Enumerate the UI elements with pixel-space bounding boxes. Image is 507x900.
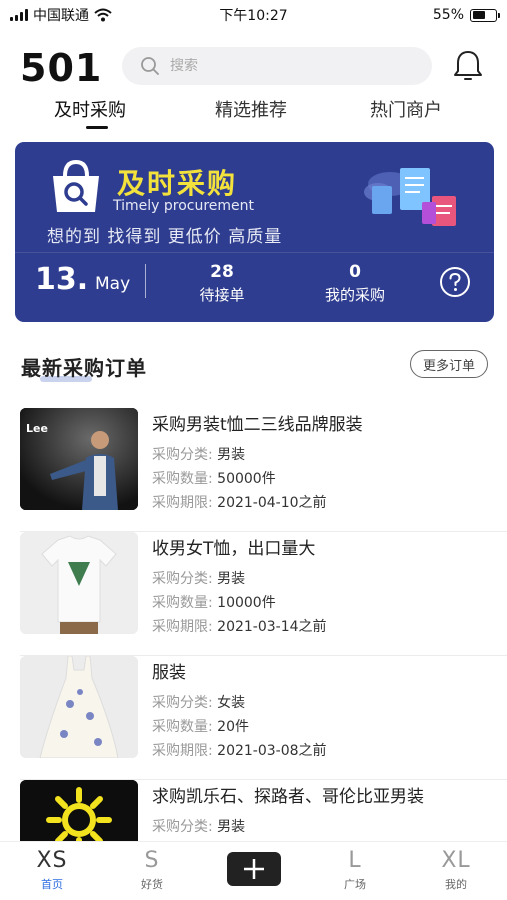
- order-category: 采购分类: 男装: [152, 816, 245, 836]
- tab-timely-procurement[interactable]: 及时采购: [54, 96, 126, 122]
- battery-level: [472, 11, 485, 19]
- nav-square-label: 广场: [344, 878, 366, 891]
- stat-my-procurement-value: 0: [349, 262, 361, 282]
- procurement-banner[interactable]: 及时采购 Timely procurement 想的到 找得到 更低价 高质量 …: [15, 142, 494, 322]
- status-bar: 中国联通 下午10:27 55%: [0, 0, 507, 30]
- banner-slogan: 想的到 找得到 更低价 高质量: [47, 227, 283, 247]
- thumb-brand-text: Lee: [26, 422, 48, 435]
- section-title: 最新采购订单: [21, 356, 147, 380]
- stat-my-procurement-label: 我的采购: [324, 286, 385, 304]
- order-title: 收男女T恤，出口量大: [152, 539, 316, 559]
- order-image-white-tshirt: [20, 532, 138, 634]
- order-thumbnail: Lee: [20, 408, 138, 510]
- tab-featured[interactable]: 精选推荐: [215, 96, 287, 122]
- order-quantity: 采购数量: 50000件: [152, 468, 276, 488]
- nav-home-label: 首页: [41, 878, 63, 891]
- search-icon: [141, 57, 159, 75]
- date-month: May: [95, 274, 131, 294]
- date-divider: [145, 264, 146, 298]
- order-category-value: 男装: [217, 447, 246, 463]
- order-category-value: 男装: [217, 819, 246, 835]
- order-title: 服装: [152, 663, 186, 683]
- stat-my-procurement[interactable]: 0 我的采购: [305, 262, 405, 305]
- nav-square[interactable]: L 广场: [315, 848, 395, 892]
- nav-home-size: XS: [36, 848, 68, 873]
- status-right: 55%: [432, 7, 500, 23]
- nav-goods-label: 好货: [141, 878, 163, 891]
- order-category-label: 采购分类:: [152, 695, 218, 711]
- banner-subtitle: Timely procurement: [113, 198, 255, 214]
- nav-mine[interactable]: XL 我的: [416, 848, 496, 892]
- battery-percent: 55%: [432, 7, 464, 23]
- order-item[interactable]: 收男女T恤，出口量大 采购分类: 男装 采购数量: 10000件 采购期限: 2…: [0, 532, 507, 656]
- tab-bar: 及时采购 精选推荐 热门商户: [0, 96, 507, 132]
- nav-home[interactable]: XS 首页: [12, 848, 92, 892]
- search-bar[interactable]: [122, 47, 432, 85]
- order-thumbnail: [20, 656, 138, 758]
- order-quantity-label: 采购数量:: [152, 719, 218, 735]
- order-deadline: 采购期限: 2021-03-14之前: [152, 616, 327, 636]
- order-category-label: 采购分类:: [152, 571, 218, 587]
- order-deadline-value: 2021-03-14之前: [217, 619, 327, 635]
- order-deadline-value: 2021-03-08之前: [217, 743, 327, 759]
- wifi-icon: [94, 8, 112, 22]
- nav-mine-size: XL: [441, 848, 471, 873]
- order-item[interactable]: Lee 采购男装t恤二三线品牌服装 采购分类: 男装 采购数量: 50000件 …: [0, 408, 507, 532]
- banner-title: 及时采购: [117, 167, 238, 200]
- carrier-label: 中国联通: [33, 8, 89, 24]
- order-quantity: 采购数量: 10000件: [152, 592, 276, 612]
- order-category-value: 男装: [217, 571, 246, 587]
- date-day: 13.: [35, 262, 89, 297]
- order-category: 采购分类: 男装: [152, 444, 245, 464]
- order-deadline-value: 2021-04-10之前: [217, 495, 327, 511]
- help-icon[interactable]: [439, 266, 471, 298]
- order-quantity-label: 采购数量:: [152, 471, 218, 487]
- nav-square-size: L: [348, 848, 362, 873]
- tab-active-indicator: [86, 126, 108, 129]
- stat-pending-label: 待接单: [199, 286, 245, 304]
- order-deadline-label: 采购期限:: [152, 495, 218, 511]
- order-category-label: 采购分类:: [152, 447, 218, 463]
- publish-button[interactable]: [227, 852, 281, 886]
- search-input[interactable]: [170, 58, 410, 74]
- order-category: 采购分类: 男装: [152, 568, 245, 588]
- order-quantity: 采购数量: 20件: [152, 716, 249, 736]
- tab-hot-merchants[interactable]: 热门商户: [370, 96, 442, 122]
- app-logo: 501: [20, 46, 103, 90]
- order-category: 采购分类: 女装: [152, 692, 245, 712]
- order-quantity-value: 20件: [217, 719, 249, 735]
- header: 501: [0, 44, 507, 90]
- stat-pending-orders[interactable]: 28 待接单: [172, 262, 272, 305]
- banner-divider: [15, 252, 494, 253]
- documents-illustration: [364, 168, 456, 226]
- shopping-bag-icon: [53, 159, 99, 212]
- order-image-floral-dress: [20, 656, 138, 758]
- order-deadline: 采购期限: 2021-03-08之前: [152, 740, 327, 760]
- order-item[interactable]: 服装 采购分类: 女装 采购数量: 20件 采购期限: 2021-03-08之前: [0, 656, 507, 780]
- plus-icon: [244, 859, 264, 879]
- signal-icon: [10, 9, 28, 21]
- order-deadline: 采购期限: 2021-04-10之前: [152, 492, 327, 512]
- nav-mine-label: 我的: [445, 878, 467, 891]
- order-quantity-value: 50000件: [217, 471, 276, 487]
- nav-goods[interactable]: S 好货: [112, 848, 192, 892]
- stat-pending-value: 28: [210, 262, 234, 282]
- order-deadline-label: 采购期限:: [152, 619, 218, 635]
- order-quantity-value: 10000件: [217, 595, 276, 611]
- bottom-nav: XS 首页 S 好货 L 广场 XL 我的: [0, 841, 507, 900]
- order-thumbnail: [20, 532, 138, 634]
- order-deadline-label: 采购期限:: [152, 743, 218, 759]
- order-quantity-label: 采购数量:: [152, 595, 218, 611]
- more-orders-button[interactable]: 更多订单: [410, 350, 488, 378]
- nav-goods-size: S: [144, 848, 160, 873]
- battery-icon: [470, 8, 500, 22]
- order-title: 求购凯乐石、探路者、哥伦比亚男装: [152, 787, 424, 807]
- order-category-value: 女装: [217, 695, 246, 711]
- order-category-label: 采购分类:: [152, 819, 218, 835]
- order-title: 采购男装t恤二三线品牌服装: [152, 415, 363, 435]
- status-left: 中国联通: [10, 5, 112, 25]
- bell-icon[interactable]: [450, 48, 486, 84]
